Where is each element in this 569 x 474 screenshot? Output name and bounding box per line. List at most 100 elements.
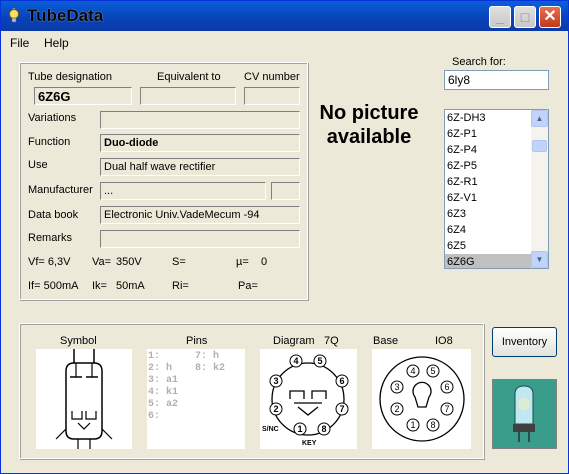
lightbulb-icon xyxy=(9,8,19,23)
diagram-pin-7-label: 7 xyxy=(339,404,344,414)
chevron-down-icon: ▼ xyxy=(535,255,544,264)
search-label: Search for: xyxy=(452,56,506,68)
equivalent-field[interactable] xyxy=(140,87,236,105)
title-bar[interactable]: TubeData _ □ ✕ xyxy=(1,1,568,31)
vacuum-tube-logo-icon xyxy=(493,380,556,448)
list-item[interactable]: 6Z5 xyxy=(445,238,531,254)
base-code: IO8 xyxy=(435,335,453,347)
list-item[interactable]: 6Z-R1 xyxy=(445,174,531,190)
tube-symbol-drawing xyxy=(55,349,113,449)
inventory-button[interactable]: Inventory xyxy=(492,327,557,357)
list-item[interactable]: 6Z6G xyxy=(445,254,531,268)
window-title: TubeData xyxy=(27,6,104,25)
maximize-icon: □ xyxy=(520,9,530,25)
base-pin-5-label: 5 xyxy=(430,366,435,376)
manufacturer-extra-field[interactable] xyxy=(271,182,300,200)
pin-3: 3: a1 xyxy=(148,375,179,386)
mu-label: µ= xyxy=(236,256,249,268)
tube-designation-label: Tube designation xyxy=(28,71,112,83)
close-icon: ✕ xyxy=(543,8,557,25)
base-pin-7-label: 7 xyxy=(444,404,449,414)
pin-4: 4: k1 xyxy=(148,387,179,398)
list-item[interactable]: 6Z4 xyxy=(445,222,531,238)
remarks-field[interactable] xyxy=(100,230,300,248)
close-button[interactable]: ✕ xyxy=(539,6,561,28)
mu-value: 0 xyxy=(261,256,268,268)
function-field[interactable]: Duo-diode xyxy=(100,134,300,152)
diagram-pin-5-label: 5 xyxy=(317,356,322,366)
list-item[interactable]: 6Z-P5 xyxy=(445,158,531,174)
function-label: Function xyxy=(28,136,71,148)
pins-panel: 1: 2: h 3: a1 4: k1 5: a2 6: 7: h 8: k2 xyxy=(147,349,245,449)
pin-diagram-drawing: 4 5 3 6 2 7 1 8 S/NC KEY xyxy=(262,354,349,447)
vf-value: Vf= 6,3V xyxy=(28,256,71,268)
base-drawing: 4 5 3 6 2 7 1 8 xyxy=(379,356,465,442)
menu-file[interactable]: File xyxy=(10,36,29,50)
base-pin-2-label: 2 xyxy=(394,404,399,414)
pin-6: 6: xyxy=(148,411,161,422)
pa-label: Pa= xyxy=(238,280,258,292)
equivalent-label: Equivalent to xyxy=(157,71,221,83)
variations-field[interactable] xyxy=(100,111,300,129)
base-label: Base xyxy=(373,335,399,347)
diagram-panel: 4 5 3 6 2 7 1 8 S/NC KEY xyxy=(260,349,357,449)
va-label: Va= xyxy=(92,256,112,268)
pins-list-left: 1: 2: h 3: a1 4: k1 5: a2 6: xyxy=(148,351,178,423)
cv-number-label: CV number xyxy=(244,71,300,83)
list-scrollbar[interactable]: ▲ ▼ xyxy=(531,110,548,268)
diagram-pin-1-label: 1 xyxy=(297,424,302,434)
diagram-pin-3-label: 3 xyxy=(273,376,278,386)
pin-2: 2: h xyxy=(148,363,173,374)
minimize-button[interactable]: _ xyxy=(489,6,511,28)
menu-bar: File Help xyxy=(1,32,568,52)
no-picture-text: No picture available xyxy=(319,102,419,148)
symbol-panel xyxy=(36,349,132,449)
cv-number-field[interactable] xyxy=(244,87,300,105)
scroll-down-button[interactable]: ▼ xyxy=(531,251,548,268)
manufacturer-field[interactable]: ... xyxy=(100,182,266,200)
use-label: Use xyxy=(28,159,48,171)
diagram-code: 7Q xyxy=(324,335,339,347)
ik-label: Ik= xyxy=(92,280,107,292)
diagram-pin-8-label: 8 xyxy=(321,424,326,434)
if-value: If= 500mA xyxy=(28,280,79,292)
remarks-label: Remarks xyxy=(28,232,73,244)
use-field[interactable]: Dual half wave rectifier xyxy=(100,158,300,176)
list-item[interactable]: 6Z-V1 xyxy=(445,190,531,206)
ik-value: 50mA xyxy=(116,280,145,292)
databook-field[interactable]: Electronic Univ.VadeMecum -94 xyxy=(100,206,300,224)
app-window: TubeData _ □ ✕ File Help Tube designatio… xyxy=(0,0,569,474)
list-item[interactable]: 6Z-P1 xyxy=(445,126,531,142)
diagram-label: Diagram xyxy=(273,335,315,347)
diagram-key-label: KEY xyxy=(302,440,317,447)
list-item[interactable]: 6Z3 xyxy=(445,206,531,222)
databook-label: Data book xyxy=(28,209,79,221)
s-label: S= xyxy=(172,256,186,268)
variations-label: Variations xyxy=(28,112,77,124)
base-pin-4-label: 4 xyxy=(410,366,415,376)
manufacturer-label: Manufacturer xyxy=(28,184,93,196)
tube-listbox[interactable]: 6Z-DH3 6Z-P1 6Z-P4 6Z-P5 6Z-R1 6Z-V1 6Z3 6Z4 6Z5… xyxy=(444,109,549,269)
pin-8: 8: k2 xyxy=(195,363,226,374)
list-item[interactable]: 6Z-DH3 xyxy=(445,110,531,126)
symbol-label: Symbol xyxy=(60,335,97,347)
pin-7: 7: h xyxy=(195,351,220,362)
diagram-pin-4-label: 4 xyxy=(293,356,298,366)
pin-1: 1: xyxy=(148,351,161,362)
scroll-thumb[interactable] xyxy=(532,140,547,152)
base-pin-3-label: 3 xyxy=(394,382,399,392)
minimize-icon: _ xyxy=(496,9,504,25)
pin-5: 5: a2 xyxy=(148,399,179,410)
tube-designation-field[interactable]: 6Z6G xyxy=(34,87,132,105)
menu-help[interactable]: Help xyxy=(44,36,69,50)
search-input[interactable]: 6ly8 xyxy=(444,70,549,90)
list-item[interactable]: 6Z-P4 xyxy=(445,142,531,158)
base-pin-1-label: 1 xyxy=(410,420,415,430)
pins-list-right: 7: h 8: k2 xyxy=(195,351,225,375)
scroll-up-button[interactable]: ▲ xyxy=(531,110,548,127)
chevron-up-icon: ▲ xyxy=(535,114,544,123)
va-value: 350V xyxy=(116,256,142,268)
maximize-button[interactable]: □ xyxy=(514,6,536,28)
pins-label: Pins xyxy=(186,335,208,347)
diagram-pin-6-label: 6 xyxy=(339,376,344,386)
